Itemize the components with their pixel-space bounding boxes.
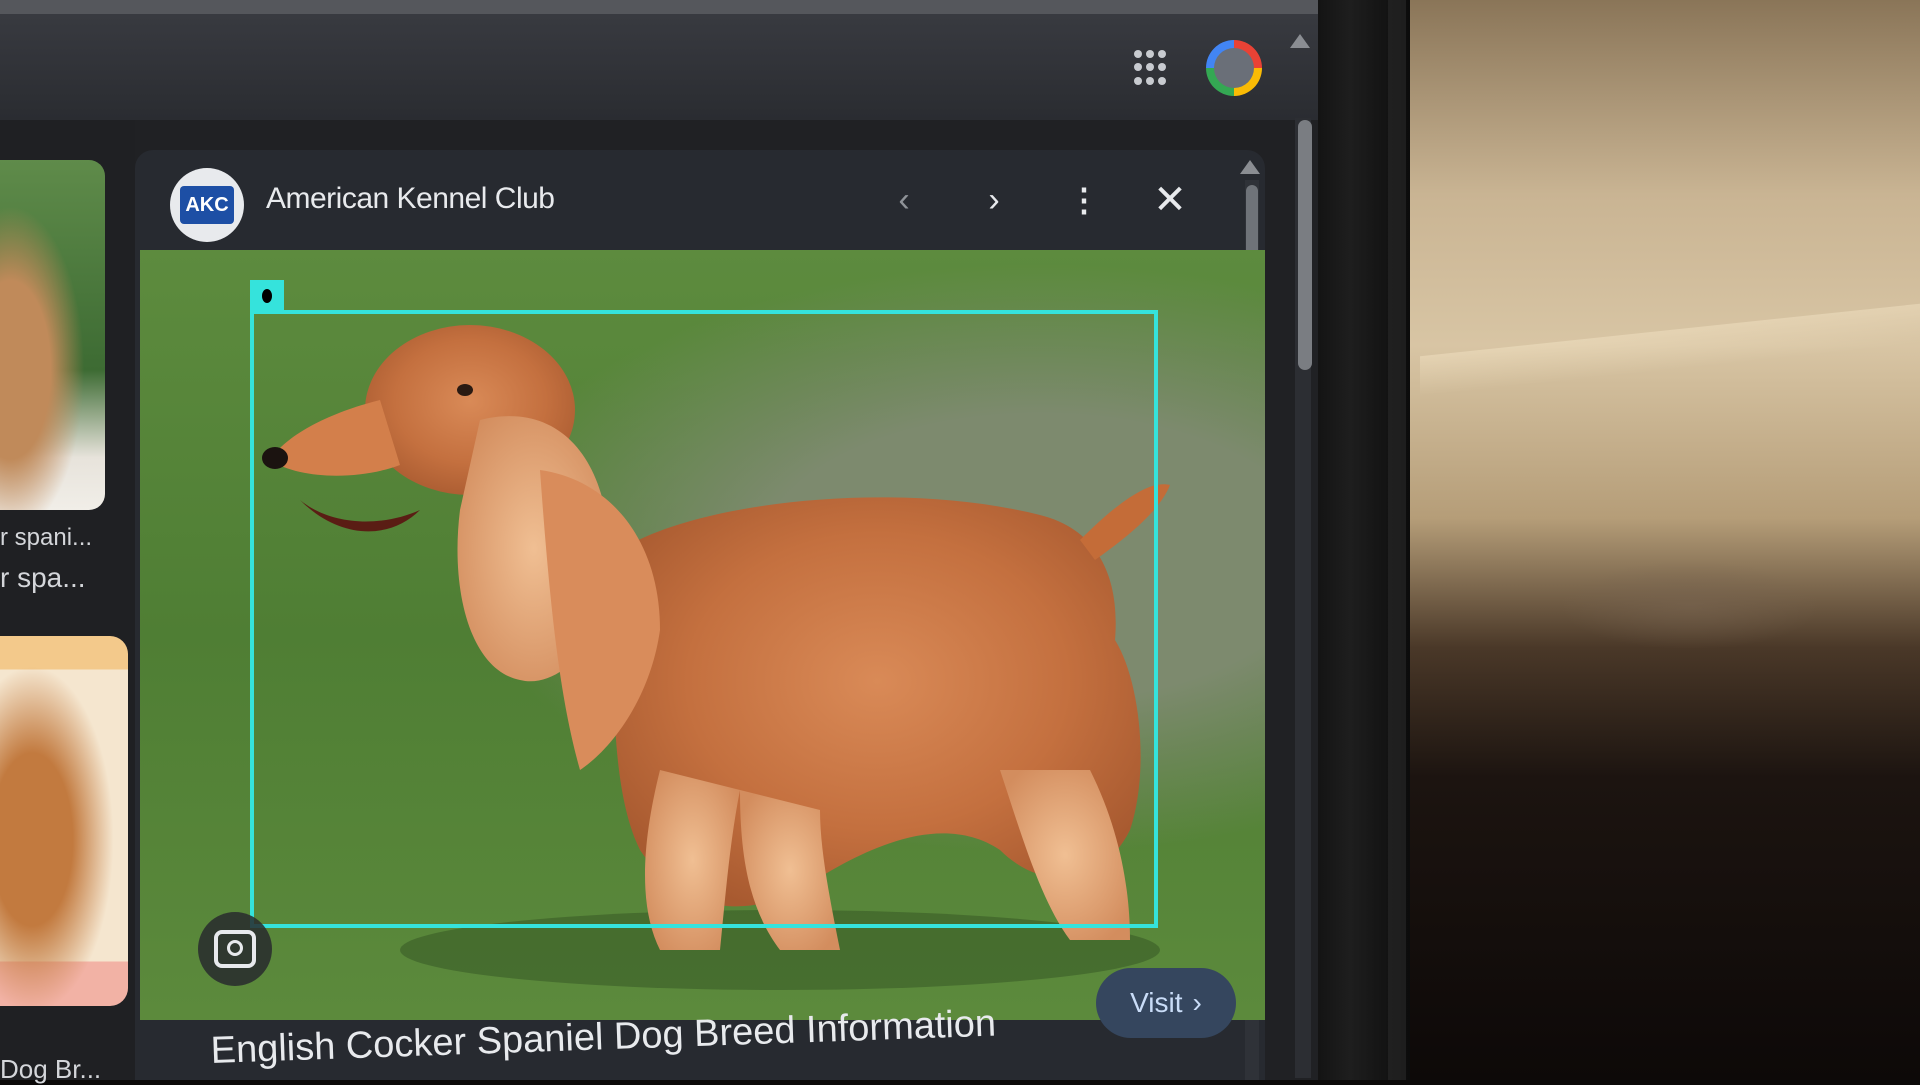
- apps-grid-icon[interactable]: [1134, 50, 1170, 86]
- lens-search-icon[interactable]: [198, 912, 272, 986]
- chevron-right-icon: ›: [1192, 987, 1202, 1018]
- source-logo-text: AKC: [180, 186, 234, 224]
- page-scroll-up-arrow[interactable]: [1290, 34, 1310, 48]
- browser-header: [0, 0, 1318, 120]
- chevron-left-icon[interactable]: ‹: [880, 176, 928, 224]
- result-title[interactable]: r spani...: [0, 524, 92, 552]
- background-room: [1380, 0, 1920, 1080]
- result-title[interactable]: Dog Br...: [0, 1054, 101, 1085]
- visit-button-label: Visit: [1130, 987, 1183, 1018]
- selection-tag-dot: [262, 289, 272, 303]
- source-name[interactable]: American Kennel Club: [266, 182, 555, 216]
- visit-button[interactable]: Visit ›: [1096, 968, 1236, 1038]
- panel-scroll-up-arrow[interactable]: [1240, 160, 1260, 174]
- browser-screen: r spani... r spa... Dog Br... AKC Americ…: [0, 0, 1318, 1084]
- account-avatar-icon[interactable]: [1206, 40, 1262, 96]
- result-thumbnail[interactable]: [0, 636, 128, 1006]
- result-thumbnail[interactable]: [0, 160, 105, 510]
- source-logo[interactable]: AKC: [170, 168, 244, 242]
- lens-selection-box[interactable]: [250, 310, 1158, 928]
- background-light-reflection: [1560, 560, 1820, 650]
- more-vert-icon[interactable]: ⋮: [1060, 176, 1108, 224]
- chevron-right-icon[interactable]: ›: [970, 176, 1018, 224]
- result-subtitle[interactable]: r spa...: [0, 562, 86, 594]
- page-scrollbar-thumb[interactable]: [1298, 120, 1312, 370]
- close-icon[interactable]: ✕: [1146, 176, 1194, 224]
- tab-strip: [0, 0, 1318, 14]
- laptop-bezel-edge: [1388, 0, 1406, 1080]
